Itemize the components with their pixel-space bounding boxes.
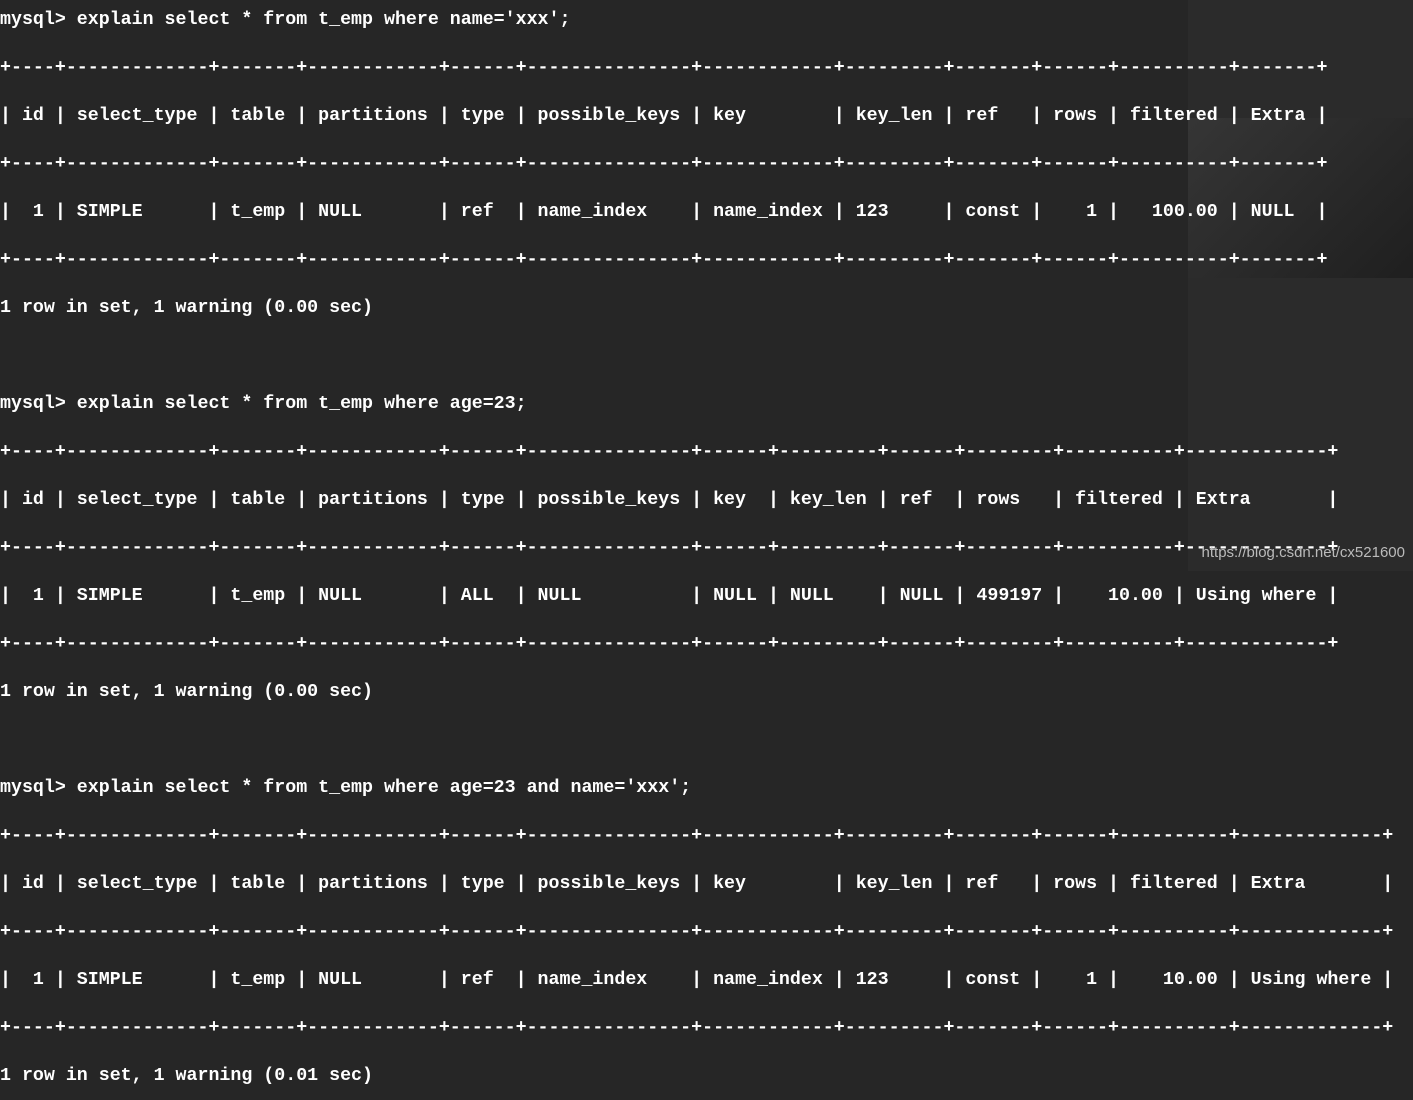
table-border: +----+-------------+-------+------------…: [0, 826, 1394, 846]
result-footer: 1 row in set, 1 warning (0.00 sec): [0, 682, 373, 702]
table-border: +----+-------------+-------+------------…: [0, 922, 1394, 942]
command-line: mysql> explain select * from t_emp where…: [0, 394, 527, 414]
table-border: +----+-------------+-------+------------…: [0, 154, 1328, 174]
table-border: +----+-------------+-------+------------…: [0, 634, 1339, 654]
table-row: | 1 | SIMPLE | t_emp | NULL | ref | name…: [0, 970, 1394, 990]
command-line: mysql> explain select * from t_emp where…: [0, 778, 692, 798]
table-header-row: | id | select_type | table | partitions …: [0, 106, 1328, 126]
table-border: +----+-------------+-------+------------…: [0, 58, 1328, 78]
table-border: +----+-------------+-------+------------…: [0, 538, 1339, 558]
table-header-row: | id | select_type | table | partitions …: [0, 874, 1394, 894]
command-line: mysql> explain select * from t_emp where…: [0, 10, 571, 30]
result-footer: 1 row in set, 1 warning (0.01 sec): [0, 1066, 373, 1086]
table-border: +----+-------------+-------+------------…: [0, 250, 1328, 270]
table-border: +----+-------------+-------+------------…: [0, 1018, 1394, 1038]
watermark: https://blog.csdn.net/cx521600: [1201, 544, 1405, 561]
terminal-output: mysql> explain select * from t_emp where…: [0, 0, 1393, 1100]
table-border: +----+-------------+-------+------------…: [0, 442, 1339, 462]
table-row: | 1 | SIMPLE | t_emp | NULL | ref | name…: [0, 202, 1328, 222]
table-header-row: | id | select_type | table | partitions …: [0, 490, 1339, 510]
table-row: | 1 | SIMPLE | t_emp | NULL | ALL | NULL…: [0, 586, 1339, 606]
result-footer: 1 row in set, 1 warning (0.00 sec): [0, 298, 373, 318]
